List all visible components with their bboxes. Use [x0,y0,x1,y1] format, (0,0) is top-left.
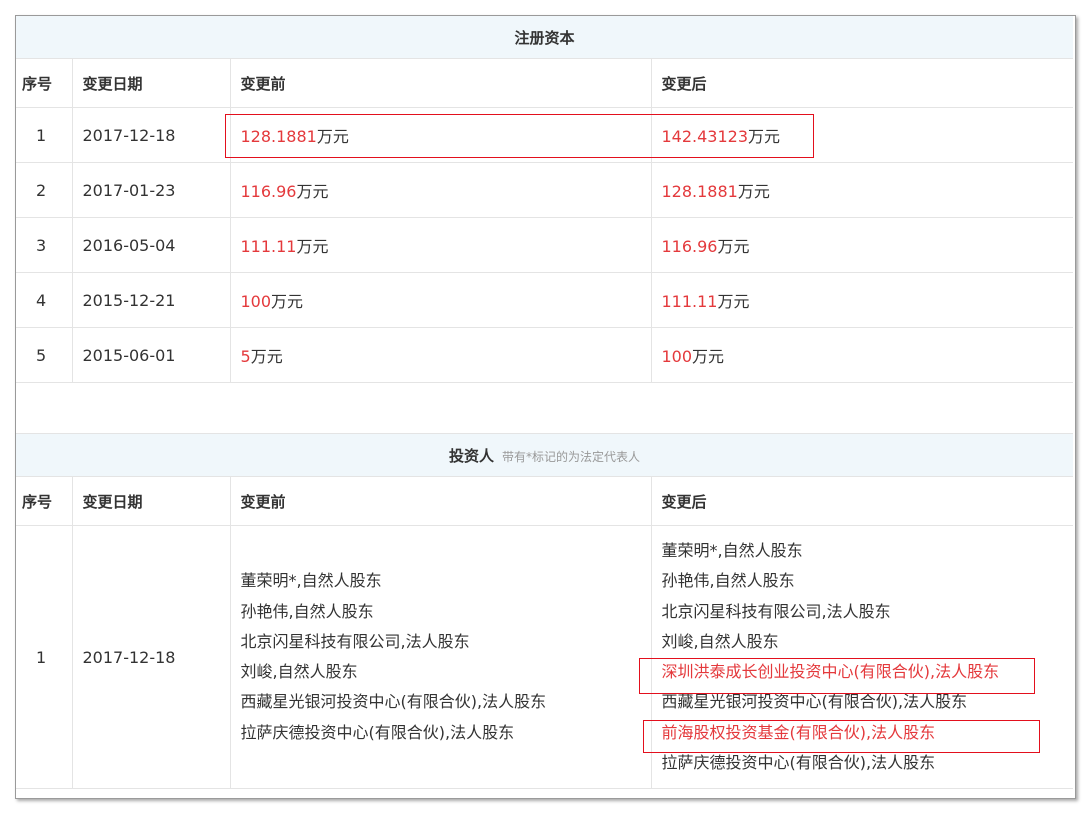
list-item: 西藏星光银河投资中心(有限合伙),法人股东 [240,692,547,712]
table-row: 2 2017-01-23 116.96万元 128.1881万元 [16,162,1074,218]
list-item: 刘峻,自然人股东 [240,662,358,682]
capital-header-row: 序号 变更日期 变更前 变更后 [16,58,1074,108]
header-date: 变更日期 [72,58,231,108]
legal-rep-note: 带有*标记的为法定代表人 [502,449,641,464]
table-row: 3 2016-05-04 111.11万元 116.96万元 [16,217,1074,273]
list-item-new-investor: 前海股权投资基金(有限合伙),法人股东 [661,722,936,742]
list-item: 拉萨庆德投资中心(有限合伙),法人股东 [240,722,515,742]
list-item: 西藏星光银河投资中心(有限合伙),法人股东 [661,692,968,712]
header-before: 变更前 [230,58,652,108]
header-after: 变更后 [651,58,1074,108]
investors-before-list: 董荣明*,自然人股东 孙艳伟,自然人股东 北京闪星科技有限公司,法人股东 刘峻,… [230,525,652,790]
header-after: 变更后 [651,476,1074,526]
change-record-panel: 注册资本 序号 变更日期 变更前 变更后 1 2017-12-18 128.18… [15,15,1076,799]
section-spacer [16,382,1074,434]
list-item: 刘峻,自然人股东 [661,631,779,651]
list-item: 北京闪星科技有限公司,法人股东 [661,601,891,621]
table-row: 1 2017-12-18 128.1881万元 142.43123万元 [16,107,1074,163]
list-item: 董荣明*,自然人股东 [661,541,803,560]
header-before: 变更前 [230,476,652,526]
header-date: 变更日期 [72,476,231,526]
list-item: 孙艳伟,自然人股东 [240,601,374,621]
list-item: 孙艳伟,自然人股东 [661,571,795,591]
table-row: 1 2017-12-18 董荣明*,自然人股东 孙艳伟,自然人股东 北京闪星科技… [16,525,1074,790]
investors-after-list: 董荣明*,自然人股东 孙艳伟,自然人股东 北京闪星科技有限公司,法人股东 刘峻,… [651,525,1074,790]
header-index: 序号 [16,58,73,108]
registered-capital-table: 注册资本 序号 变更日期 变更前 变更后 1 2017-12-18 128.18… [16,16,1074,434]
investors-table: 投资人 带有*标记的为法定代表人 序号 变更日期 变更前 变更后 1 2017-1… [16,434,1074,790]
list-item: 拉萨庆德投资中心(有限合伙),法人股东 [661,753,936,773]
list-item: 北京闪星科技有限公司,法人股东 [240,631,470,651]
table-row: 4 2015-12-21 100万元 111.11万元 [16,272,1074,328]
investors-section-title: 投资人 带有*标记的为法定代表人 [16,434,1074,477]
header-index: 序号 [16,476,73,526]
investors-header-row: 序号 变更日期 变更前 变更后 [16,476,1074,526]
list-item: 董荣明*,自然人股东 [240,571,382,591]
capital-section-title: 注册资本 [16,16,1074,59]
list-item-new-investor: 深圳洪泰成长创业投资中心(有限合伙),法人股东 [661,662,1000,682]
table-row: 5 2015-06-01 5万元 100万元 [16,327,1074,383]
